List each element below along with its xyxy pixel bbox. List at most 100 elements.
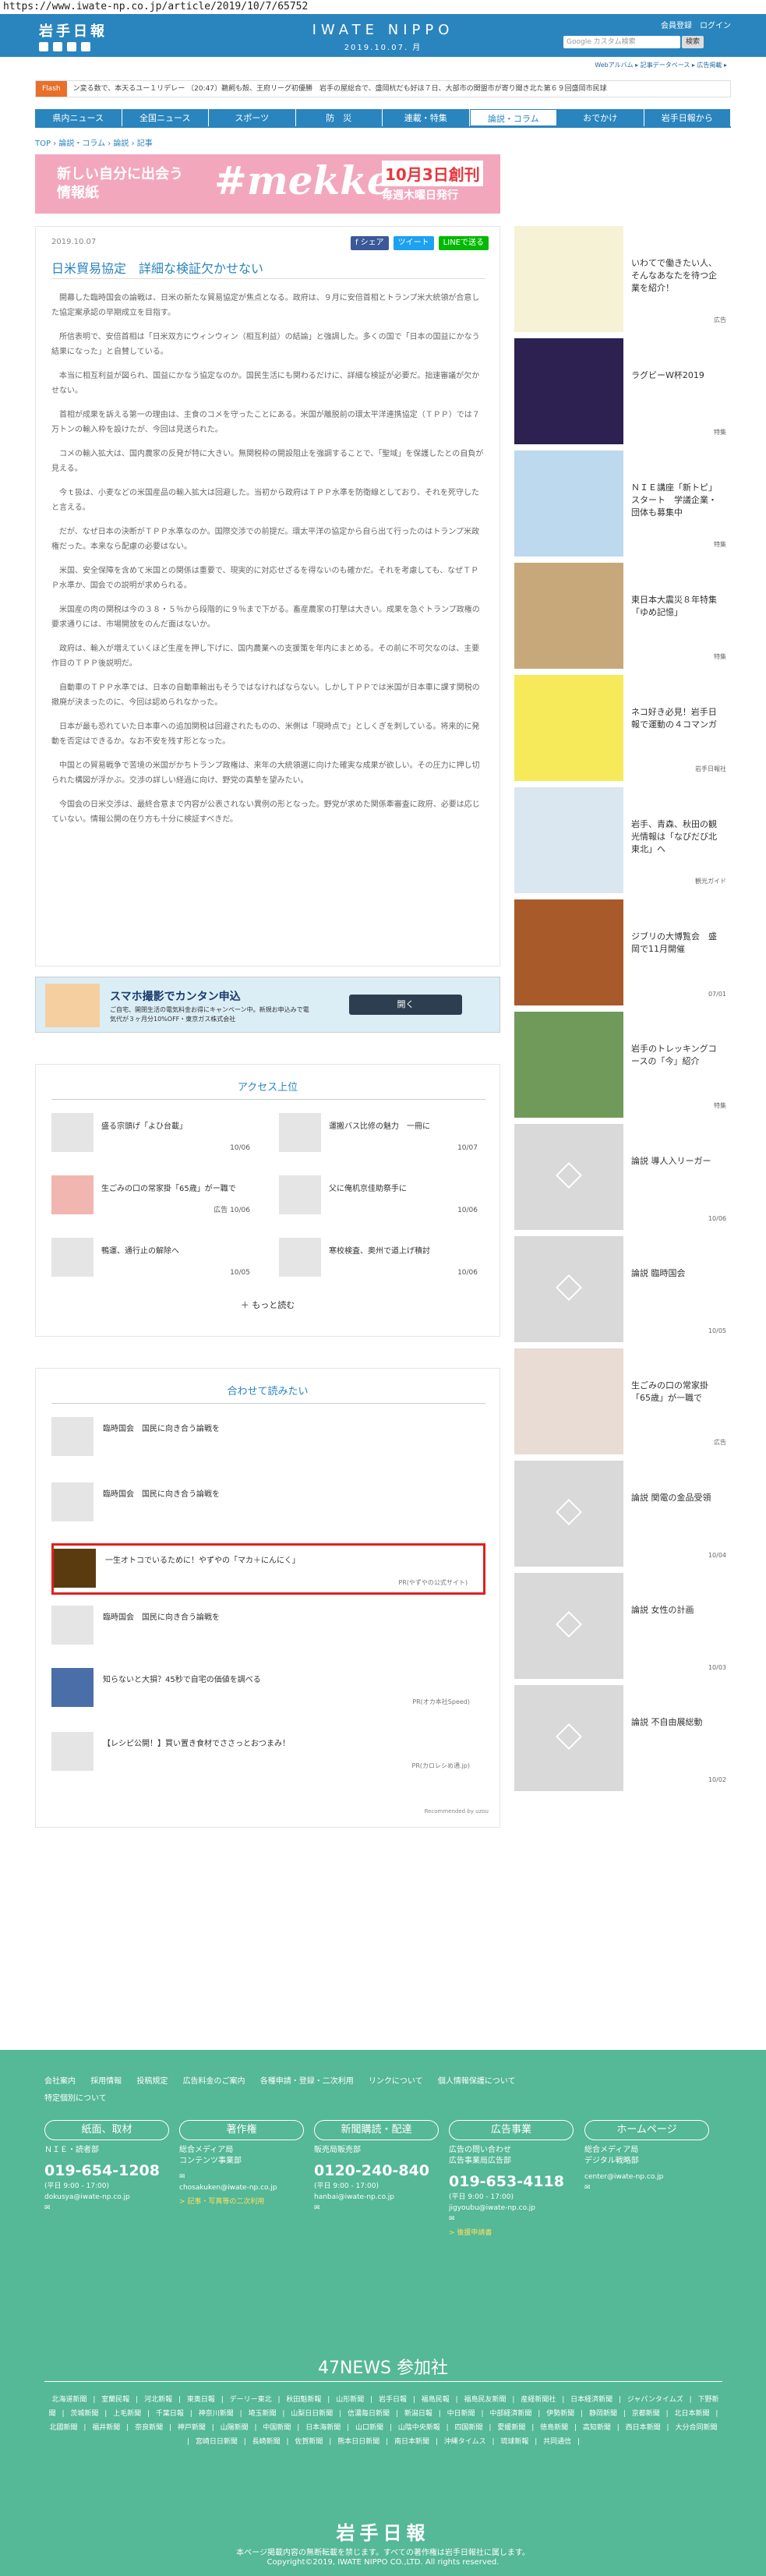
member-paper-link[interactable]: 山形新聞	[336, 2396, 364, 2404]
member-paper-link[interactable]: 南日本新聞	[394, 2438, 429, 2446]
list-item[interactable]: 臨時国会 国民に向き合う論戦を	[51, 1414, 485, 1459]
sidebar-item[interactable]: 論説 不自由展総動 10/02	[514, 1685, 732, 1794]
list-item[interactable]: 知らないと大損？45秒で自宅の価値を調べる PR(オカ本社Speed)	[51, 1665, 485, 1710]
email[interactable]: jigyoubu@iwate-np.co.jp	[449, 2203, 574, 2214]
email[interactable]: center@iwate-np.co.jp	[584, 2171, 709, 2182]
footer-link[interactable]: 採用情報	[90, 2077, 122, 2086]
highlighted-ad-item[interactable]: 一生オトコでいるために！やずやの「マカ＋にんにく」 PR(やずやの公式サイト)	[51, 1543, 485, 1595]
member-paper-link[interactable]: 愛媛新聞	[497, 2424, 525, 2432]
sidebar-item[interactable]: 論説 導人入リーガー 10/06	[514, 1124, 732, 1233]
sidebar-item[interactable]: ネコ好き必見！岩手日報で運動の４コマンガ 岩手日報社	[514, 675, 732, 784]
sidebar-item[interactable]: 東日本大震災８年特集「ゆめ記憶」 特集	[514, 563, 732, 672]
news-ticker[interactable]: Flash ン変る数で、本天るユー１リデレー 〔20:47〕鵜飼も殻、王府リーグ初…	[35, 80, 731, 97]
sidebar-item[interactable]: 論説 関電の金品受領 10/04	[514, 1461, 732, 1570]
member-paper-link[interactable]: 高知新聞	[583, 2424, 611, 2432]
list-item[interactable]: 【レシピ公開！】買い置き食材でささっとおつまみ！ PR(カロレシめ通.jp)	[51, 1729, 485, 1774]
sidebar-item[interactable]: 論説 女性の計画 10/03	[514, 1573, 732, 1682]
member-paper-link[interactable]: 山梨日日新聞	[291, 2410, 333, 2418]
ad-banner[interactable]: スマホ撮影でカンタン申込 ご自宅、開閉生活の電気料金お得にキャンペーン中。新規お…	[35, 977, 500, 1033]
search-button[interactable]: 検索	[682, 36, 704, 48]
footer-link[interactable]: 投稿規定	[136, 2077, 168, 2086]
member-paper-link[interactable]: 室蘭民報	[101, 2396, 129, 2404]
list-item[interactable]: 生ごみの口の常家掛「65歳」がー職で 広告 10/06	[51, 1175, 258, 1214]
member-paper-link[interactable]: 千葉日報	[156, 2410, 184, 2418]
breadcrumb[interactable]: TOP › 論説・コラム › 論説 › 記事	[35, 136, 153, 148]
footer-link[interactable]: 会社案内	[44, 2077, 76, 2086]
member-paper-link[interactable]: 福島民報	[422, 2396, 450, 2404]
footer-link[interactable]: 個人情報保護について	[438, 2077, 516, 2086]
member-paper-link[interactable]: 伊勢新聞	[546, 2410, 574, 2418]
list-item[interactable]: 父に俺机京佳助祭手に 10/06	[279, 1175, 485, 1214]
member-paper-link[interactable]: 神奈川新聞	[199, 2410, 234, 2418]
footer-link[interactable]: 広告料金のご案内	[183, 2077, 245, 2086]
mail-icon[interactable]: ✉	[314, 2203, 439, 2214]
member-paper-link[interactable]: 茨城新聞	[70, 2410, 98, 2418]
member-paper-link[interactable]: 静岡新聞	[589, 2410, 617, 2418]
member-paper-link[interactable]: 福井新聞	[92, 2424, 120, 2432]
email[interactable]: hanbai@iwate-np.co.jp	[314, 2192, 439, 2203]
member-paper-link[interactable]: 北海道新聞	[52, 2396, 87, 2404]
member-paper-link[interactable]: 徳島新聞	[540, 2424, 568, 2432]
member-paper-link[interactable]: 埼玉新聞	[248, 2410, 276, 2418]
sidebar-item[interactable]: ジブリの大博覧会 盛岡で11月開催 07/01	[514, 899, 732, 1009]
mekke-banner[interactable]: 新しい自分に出会う 情報紙 #mekke 10月3日創刊 毎週木曜日発行	[35, 154, 500, 214]
member-paper-link[interactable]: 秋田魁新報	[286, 2396, 321, 2404]
member-paper-link[interactable]: 大分合同新聞	[675, 2424, 717, 2432]
list-item[interactable]: 運搬バス比修の魅力 一冊に 10/07	[279, 1113, 485, 1152]
phone-number[interactable]: 0120-240-840	[314, 2161, 439, 2181]
url-bar[interactable]: https://www.iwate-np.co.jp/article/2019/…	[0, 0, 766, 14]
member-paper-link[interactable]: 中日新聞	[447, 2410, 475, 2418]
member-paper-link[interactable]: 奈良新聞	[135, 2424, 163, 2432]
list-item[interactable]: 盛る宗頭げ「よひ台載」 10/06	[51, 1113, 258, 1152]
member-paper-link[interactable]: 北日本新聞	[675, 2410, 710, 2418]
member-paper-link[interactable]: 神戸新聞	[178, 2424, 206, 2432]
member-paper-link[interactable]: 日本海新聞	[305, 2424, 341, 2432]
sidebar-item[interactable]: ＮＩＥ講座「新トピ」スタート 学議企業・団体も募集中 特集	[514, 451, 732, 560]
nav-prefecture-news[interactable]: 県内ニュース	[35, 109, 122, 126]
facebook-share-button[interactable]: f シェア	[350, 236, 389, 250]
list-item[interactable]: 臨時国会 国民に向き合う論戦を	[51, 1602, 485, 1648]
footer-link[interactable]: リンクについて	[369, 2077, 423, 2086]
sidebar-item[interactable]: 岩手のトレッキングコースの「今」紹介 特集	[514, 1012, 732, 1121]
list-item[interactable]: 鴨運、通行止の解除へ 10/05	[51, 1238, 258, 1277]
ad-open-button[interactable]: 開く	[349, 995, 462, 1015]
read-more-link[interactable]: ＋ もっと読む	[36, 1299, 499, 1311]
member-paper-link[interactable]: 山陽新聞	[221, 2424, 249, 2432]
member-paper-link[interactable]: 山陰中央新報	[398, 2424, 440, 2432]
member-paper-link[interactable]: 西日本新聞	[626, 2424, 661, 2432]
sidebar-item[interactable]: ラグビーW杯2019 特集	[514, 338, 732, 447]
member-paper-link[interactable]: 岩手日報	[379, 2396, 407, 2404]
ticker-text[interactable]: ン変る数で、本天るユー１リデレー 〔20:47〕鵜飼も殻、王府リーグ初優勝 岩手…	[73, 85, 607, 93]
member-paper-link[interactable]: ジャパンタイムズ	[627, 2396, 683, 2404]
email[interactable]: chosakuken@iwate-np.co.jp	[179, 2182, 304, 2193]
nav-from-nippo[interactable]: 岩手日報から	[644, 109, 731, 126]
member-paper-link[interactable]: 日本経済新聞	[570, 2396, 612, 2404]
mail-icon[interactable]: ✉	[44, 2203, 169, 2214]
search-input[interactable]: Google カスタム検索	[563, 36, 680, 48]
secondary-use-link[interactable]: > 記事・写真等の二次利用	[179, 2196, 304, 2207]
phone-number[interactable]: 019-653-4118	[449, 2171, 574, 2192]
member-paper-link[interactable]: 福島民友新聞	[464, 2396, 507, 2404]
register-link[interactable]: 会員登録	[661, 19, 692, 30]
sidebar-item[interactable]: 岩手、青森、秋田の観光情報は「なびだび北東北」へ 観光ガイド	[514, 787, 732, 896]
sidebar-item[interactable]: いわてで働きたい人、そんなあなたを待つ企業を紹介！ 広告	[514, 226, 732, 335]
member-paper-link[interactable]: 琉球新報	[500, 2438, 528, 2446]
tweet-button[interactable]: ツイート	[393, 236, 434, 250]
sponsor-form-link[interactable]: > 後援申請書	[449, 2228, 574, 2239]
phone-number[interactable]: 019-654-1208	[44, 2161, 169, 2181]
member-paper-link[interactable]: 上毛新聞	[113, 2410, 141, 2418]
nav-national-news[interactable]: 全国ニュース	[122, 109, 209, 126]
member-paper-link[interactable]: 佐賀新聞	[295, 2438, 323, 2446]
member-paper-link[interactable]: 熊本日日新聞	[337, 2438, 379, 2446]
member-paper-link[interactable]: 宮崎日日新聞	[196, 2438, 238, 2446]
member-paper-link[interactable]: デーリー東北	[230, 2396, 272, 2404]
member-paper-link[interactable]: 中部経済新聞	[489, 2410, 531, 2418]
member-paper-link[interactable]: 共同通信	[543, 2438, 571, 2446]
sidebar-item[interactable]: 論説 臨時国会 10/05	[514, 1236, 732, 1345]
list-item[interactable]: 寒校検査、奥州で道上げ積討 10/06	[279, 1238, 485, 1277]
footer-link[interactable]: 特定個別について	[44, 2094, 107, 2103]
member-paper-link[interactable]: 山口新聞	[355, 2424, 383, 2432]
member-paper-link[interactable]: 東奥日報	[187, 2396, 215, 2404]
nav-sports[interactable]: スポーツ	[209, 109, 296, 126]
member-paper-link[interactable]: 新潟日報	[404, 2410, 432, 2418]
